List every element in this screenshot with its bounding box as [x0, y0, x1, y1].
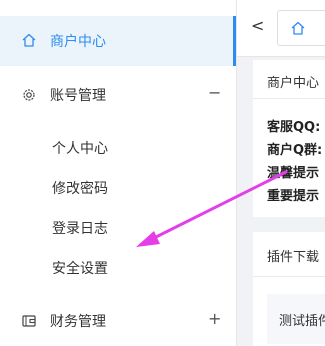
- tab-bar: <: [237, 0, 325, 57]
- tab-home[interactable]: [277, 10, 325, 46]
- card-header: 商户中心: [253, 60, 325, 99]
- sidebar-group-account[interactable]: 账号管理 −: [0, 75, 236, 115]
- important-tip: 重要提示: [267, 189, 320, 204]
- customer-service-qq: 客服QQ:: [267, 120, 321, 135]
- gear-icon: [23, 89, 35, 101]
- sidebar-group-label: 财务管理: [50, 314, 106, 330]
- plugin-download-card: 插件下载 测试插件: [253, 232, 325, 346]
- card-title: 插件下载: [267, 250, 320, 265]
- sidebar-item-label: 登录日志: [52, 221, 108, 237]
- plugin-item-label: 测试插件: [279, 314, 325, 329]
- card-title: 商户中心: [267, 76, 320, 91]
- sidebar-item-merchant-center[interactable]: 商户中心: [0, 16, 236, 66]
- back-button[interactable]: <: [251, 16, 264, 35]
- sidebar-item-label: 修改密码: [52, 181, 108, 197]
- sidebar-group-label: 账号管理: [50, 88, 106, 104]
- sidebar-item-label: 商户中心: [50, 34, 106, 50]
- sidebar-item-personal-center[interactable]: 个人中心: [0, 133, 236, 163]
- main-content: < 商户中心 客服QQ: 商户Q群: 温馨提示 重要提示 插件下载 测试插件: [237, 0, 325, 346]
- sidebar-item-label: 安全设置: [52, 261, 108, 277]
- home-icon: [22, 33, 36, 47]
- sidebar: 商户中心 账号管理 − 个人中心 修改密码 登录日志 安全设置 财务管理 +: [0, 0, 237, 346]
- home-icon: [291, 21, 305, 35]
- sidebar-item-change-password[interactable]: 修改密码: [0, 173, 236, 203]
- plugin-item[interactable]: 测试插件: [267, 294, 325, 344]
- collapse-icon[interactable]: −: [208, 83, 221, 102]
- merchant-info-card: 商户中心 客服QQ: 商户Q群: 温馨提示 重要提示: [253, 60, 325, 217]
- sidebar-item-label: 个人中心: [52, 141, 108, 157]
- card-header: 插件下载: [253, 232, 325, 277]
- sidebar-item-login-log[interactable]: 登录日志: [0, 213, 236, 243]
- friendly-tip: 温馨提示: [267, 166, 320, 181]
- merchant-qq-group: 商户Q群:: [267, 143, 323, 158]
- sidebar-item-security-settings[interactable]: 安全设置: [0, 253, 236, 283]
- sidebar-group-finance[interactable]: 财务管理 +: [0, 301, 236, 341]
- wallet-icon: [22, 315, 36, 327]
- expand-icon[interactable]: +: [208, 309, 221, 328]
